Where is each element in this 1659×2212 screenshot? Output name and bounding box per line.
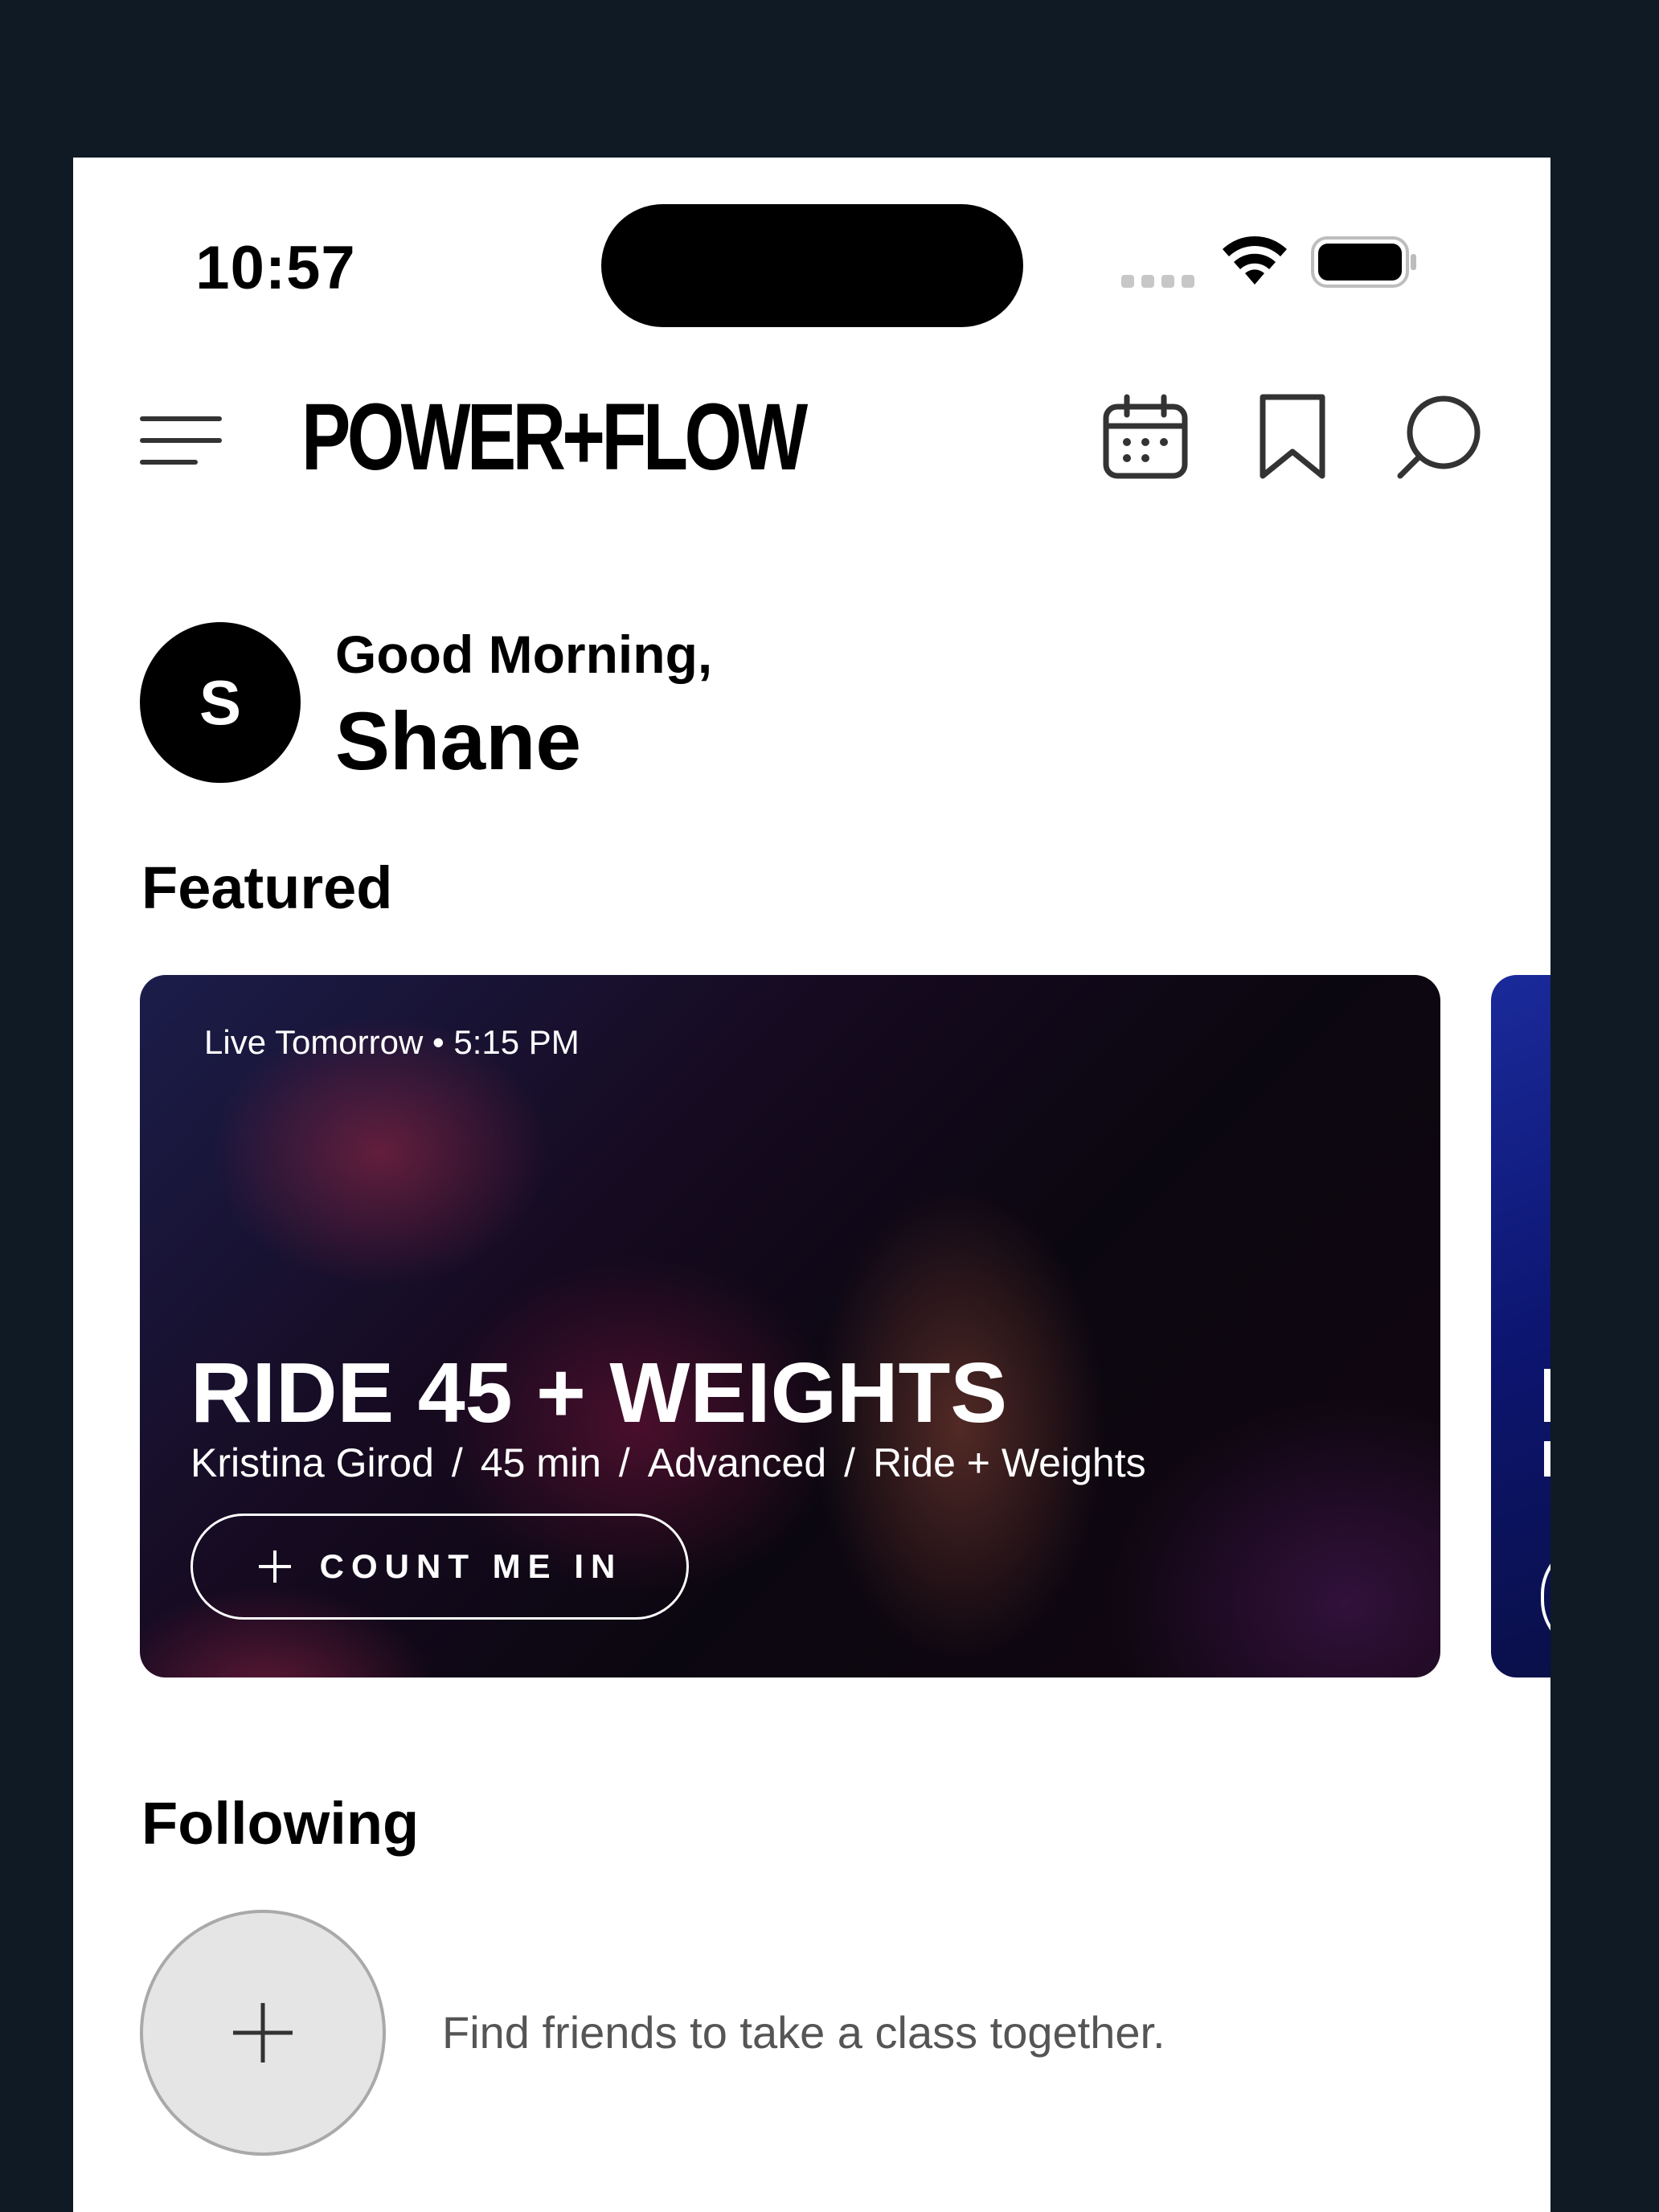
battery-icon xyxy=(1311,236,1416,288)
avatar-initial: S xyxy=(199,666,242,738)
cellular-signal-icon xyxy=(1121,275,1202,292)
meta-separator: / xyxy=(451,1440,463,1485)
plus-icon xyxy=(258,1550,291,1583)
plus-icon xyxy=(233,2003,293,2062)
find-friends-prompt: Find friends to take a class together. xyxy=(442,2007,1165,2058)
dynamic-island xyxy=(601,204,1023,327)
class-duration: 45 min xyxy=(480,1440,601,1485)
user-name: Shane xyxy=(335,695,582,787)
count-me-in-button[interactable]: COUNT ME IN xyxy=(190,1514,689,1620)
count-me-in-label: COUNT ME IN xyxy=(319,1547,623,1585)
class-live-time: Live Tomorrow • 5:15 PM xyxy=(204,1023,580,1061)
avatar[interactable]: S xyxy=(140,622,301,783)
bookmark-icon[interactable] xyxy=(1248,392,1337,481)
next-featured-card[interactable] xyxy=(1491,975,1550,1677)
class-category: Ride + Weights xyxy=(873,1440,1146,1485)
wifi-icon xyxy=(1223,236,1287,285)
class-level: Advanced xyxy=(647,1440,827,1485)
class-instructor: Kristina Girod xyxy=(190,1440,434,1485)
status-time: 10:57 xyxy=(195,234,356,302)
search-icon[interactable] xyxy=(1395,392,1484,481)
class-meta: Kristina Girod / 45 min / Advanced / Ride + We… xyxy=(190,1440,1146,1486)
following-section-title: Following xyxy=(141,1790,420,1857)
featured-class-card[interactable]: Live Tomorrow • 5:15 PM RIDE 45 + WEIGHT… xyxy=(140,975,1440,1677)
hamburger-menu-icon[interactable] xyxy=(140,415,222,466)
meta-separator: / xyxy=(844,1440,856,1485)
meta-separator: / xyxy=(618,1440,630,1485)
featured-section-title: Featured xyxy=(141,854,393,921)
app-screen: 10:57 POWER+FLOW S Good Morning, Shane F… xyxy=(73,158,1550,2212)
add-friend-button[interactable] xyxy=(140,1910,386,2156)
calendar-icon[interactable] xyxy=(1101,392,1190,481)
class-title: RIDE 45 + WEIGHTS xyxy=(190,1346,1008,1440)
greeting-line: Good Morning, xyxy=(335,625,713,684)
app-logo: POWER+FLOW xyxy=(301,384,808,490)
